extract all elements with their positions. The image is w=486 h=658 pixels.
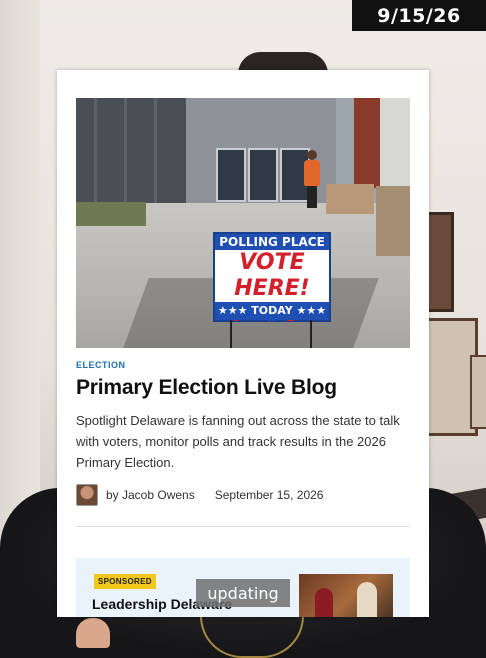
- polling-place-sign: POLLING PLACE VOTE HERE! 7AM to 8PM ★★★ …: [213, 232, 331, 326]
- updating-status: updating: [196, 579, 290, 607]
- sign-stand: [226, 320, 318, 348]
- sponsored-thumbnail[interactable]: [299, 574, 393, 617]
- phone-screen: POLLING PLACE VOTE HERE! 7AM to 8PM ★★★ …: [57, 70, 429, 617]
- article-headline[interactable]: Primary Election Live Blog: [76, 376, 410, 400]
- sign-footer: ★★★ TODAY ★★★: [215, 302, 329, 320]
- finger: [76, 618, 110, 648]
- hero-wall: [376, 186, 410, 256]
- sign-header: POLLING PLACE: [215, 234, 329, 250]
- article-hero-image[interactable]: POLLING PLACE VOTE HERE! 7AM to 8PM ★★★ …: [76, 98, 410, 348]
- hero-voter: [304, 150, 320, 210]
- article-category[interactable]: ELECTION: [76, 360, 126, 370]
- author-avatar: [76, 484, 98, 506]
- sign-main-text: VOTE HERE!: [234, 250, 310, 301]
- wall-picture-frame: [470, 355, 486, 429]
- hero-grass: [76, 202, 146, 226]
- sponsored-badge: SPONSORED: [94, 574, 156, 589]
- hero-brick-column: [354, 98, 380, 188]
- article-date: September 15, 2026: [214, 488, 324, 502]
- date-stamp: 9/15/26: [352, 0, 486, 31]
- hero-building: [76, 98, 186, 213]
- hero-planter: [326, 184, 374, 214]
- hero-building-right: [380, 98, 410, 188]
- article-byline: by Jacob Owens September 15, 2026: [76, 483, 410, 507]
- author-name[interactable]: by Jacob Owens: [106, 488, 195, 502]
- divider: [76, 526, 410, 527]
- article-summary: Spotlight Delaware is fanning out across…: [76, 413, 400, 470]
